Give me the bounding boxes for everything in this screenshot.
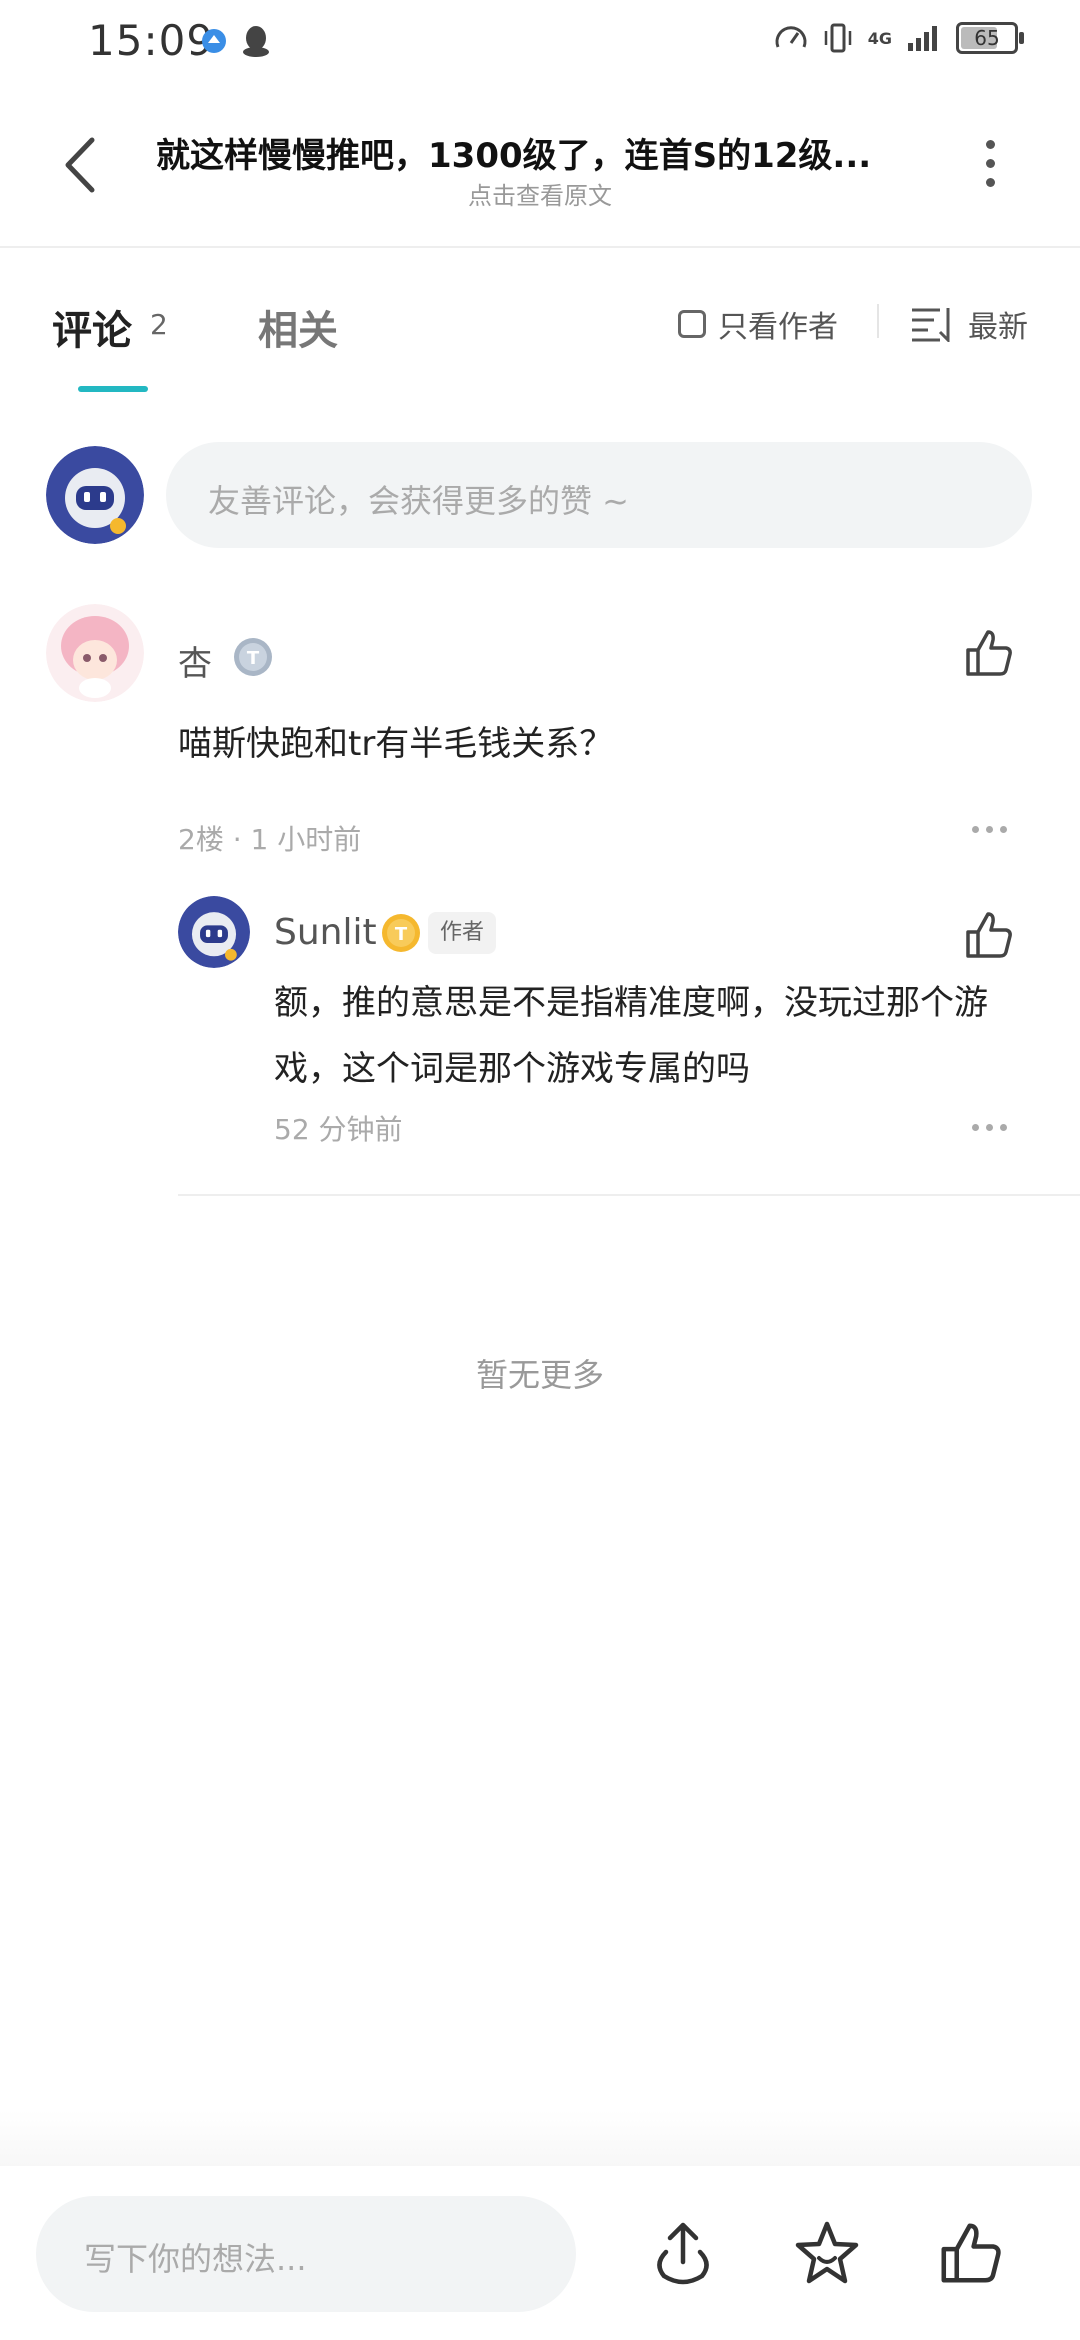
sort-icon [912,308,950,342]
robot-avatar-icon [178,896,250,968]
tab-related[interactable]: 相关 [258,298,338,356]
reply-divider [178,1194,1080,1196]
vibrate-icon [824,23,851,53]
more-vertical-icon [985,140,995,149]
reply-like-button[interactable] [962,908,1016,962]
level-badge-icon: T [232,636,274,678]
comments-count: 2 [150,308,168,341]
comment-like-button[interactable] [962,626,1016,680]
my-avatar[interactable] [46,446,144,544]
comment-input-placeholder: 友善评论，会获得更多的赞 ~ [208,482,629,520]
sort-button[interactable]: 最新 [910,302,1028,346]
only-author-label: 只看作者 [718,310,838,345]
comment-input[interactable]: 友善评论，会获得更多的赞 ~ [166,442,1032,548]
status-time: 15:09 [88,16,215,65]
tabs-separator [877,304,879,338]
reply-meta: 52 分钟前 [274,1113,403,1146]
share-button[interactable] [648,2218,718,2288]
anime-girl-avatar-icon [46,604,144,702]
write-thought-input[interactable]: 写下你的想法... [36,2196,576,2312]
checkbox-icon [678,310,706,338]
post-title[interactable]: 就这样慢慢推吧，1300级了，连首S的12级... [156,128,900,177]
browser-icon [202,29,226,53]
star-icon [795,2221,859,2284]
robot-avatar-icon [46,446,144,544]
more-menu-button[interactable] [976,140,1004,190]
commenter-name[interactable]: 杏 [178,636,212,685]
author-tag: 作者 [428,912,497,954]
thumbs-up-icon [966,912,1012,958]
no-more-label: 暂无更多 [475,1356,604,1394]
qq-icon [243,26,269,57]
battery-level: 65 [974,26,1000,50]
reply-more-icon[interactable] [972,1124,1007,1131]
commenter-avatar[interactable] [46,604,144,702]
reply-text: 额，推的意思是不是指精准度啊，没玩过那个游戏，这个词是那个游戏专属的吗 [274,983,988,1089]
reply-author-name[interactable]: Sunlit [274,912,377,953]
only-author-toggle[interactable]: 只看作者 [678,302,838,346]
sort-label: 最新 [968,310,1028,345]
write-input-placeholder: 写下你的想法... [84,2240,307,2278]
header-divider [0,246,1080,248]
active-tab-indicator [78,386,148,392]
favorite-button[interactable] [792,2218,862,2288]
svg-text:T: T [395,924,408,945]
reply-avatar[interactable] [178,896,250,968]
speed-icon [775,26,807,48]
battery-icon: 65 [956,22,1024,54]
signal-icon [908,26,937,51]
svg-text:T: T [247,648,260,669]
network-label: 4G [867,28,892,48]
like-post-button[interactable] [936,2218,1006,2288]
view-original-link[interactable]: 点击查看原文 [0,176,1080,211]
comment-text: 喵斯快跑和tr有半毛钱关系？ [178,724,614,764]
thumbs-up-icon [941,2223,1001,2283]
tab-comments[interactable]: 评论 [52,298,132,356]
notification-icons [200,24,270,58]
level-badge-icon: T [380,912,422,954]
comment-more-icon[interactable] [972,826,1007,833]
thumbs-up-icon [966,630,1012,676]
comment-meta: 2楼 · 1 小时前 [178,823,362,856]
share-icon [657,2222,709,2285]
status-icons: 4G 65 [774,22,1024,54]
bottom-shadow [0,2110,1080,2166]
